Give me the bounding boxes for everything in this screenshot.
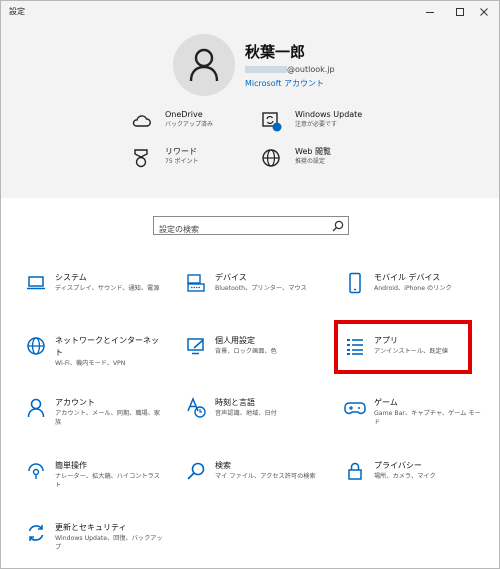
category-network[interactable]: ネットワークとインターネット Wi-Fi、機内モード、VPN [25, 335, 175, 368]
category-description: 背景、ロック画面、色 [215, 348, 277, 355]
web-browsing-status: 推奨の設定 [295, 158, 326, 165]
personalization-icon [185, 335, 207, 357]
lock-icon [344, 460, 366, 482]
user-name: 秋葉一郎 [245, 43, 306, 61]
phone-icon [344, 272, 366, 294]
medal-icon [129, 146, 153, 170]
category-label: 検索 [215, 461, 231, 470]
windows-update-status: 注意が必要です [295, 121, 338, 128]
maximize-icon [456, 8, 464, 16]
header-item-windows-update[interactable]: Windows Update 注意が必要です [259, 109, 362, 133]
onedrive-status: バックアップ済み [165, 121, 214, 128]
category-label: アカウント [55, 398, 95, 407]
close-button[interactable] [469, 1, 499, 23]
laptop-icon [25, 272, 47, 294]
onedrive-label: OneDrive [165, 110, 203, 119]
globe-icon [259, 146, 283, 170]
category-label: モバイル デバイス [374, 273, 441, 282]
category-description: Windows Update、回復、バックアップ [55, 535, 163, 551]
rewards-points: 75 ポイント [165, 158, 199, 165]
close-icon [480, 8, 488, 16]
category-label: システム [55, 273, 87, 282]
sync-icon [25, 522, 47, 544]
category-description: ディスプレイ、サウンド、通知、電源 [55, 285, 160, 292]
gamepad-icon [344, 397, 366, 419]
category-description: アカウント、メール、同期、職場、家族 [55, 410, 161, 426]
redacted-email-name [245, 66, 287, 73]
highlight-box [334, 320, 472, 374]
person-icon [25, 397, 47, 419]
category-label: プライバシー [374, 461, 422, 470]
category-label: 更新とセキュリティ [55, 523, 127, 532]
category-update-security[interactable]: 更新とセキュリティ Windows Update、回復、バックアップ [25, 522, 175, 552]
category-description: Bluetooth、プリンター、マウス [215, 285, 307, 292]
window-title: 設定 [9, 7, 25, 16]
settings-window: 設定 秋葉一郎 @outlook.jp Microsoft アカウント OneD… [0, 0, 500, 569]
category-time-language[interactable]: 時刻と言語 音声認識、地域、日付 [185, 397, 335, 419]
category-label: 個人用設定 [215, 336, 255, 345]
header-item-rewards[interactable]: リワード 75 ポイント [129, 146, 199, 170]
header-item-onedrive[interactable]: OneDrive バックアップ済み [129, 109, 213, 133]
category-privacy[interactable]: プライバシー 場所、カメラ、マイク [344, 460, 494, 482]
category-description: ナレーター、拡大鏡、ハイコントラスト [55, 473, 160, 489]
category-description: Wi-Fi、機内モード、VPN [55, 360, 126, 367]
time-language-icon [185, 397, 207, 419]
header-item-web-browsing[interactable]: Web 閲覧 推奨の設定 [259, 146, 331, 170]
web-browsing-label: Web 閲覧 [295, 147, 331, 156]
search-icon [185, 460, 207, 482]
keyboard-icon [185, 272, 207, 294]
category-label: 時刻と言語 [215, 398, 255, 407]
ease-of-access-icon [25, 460, 47, 482]
category-accounts[interactable]: アカウント アカウント、メール、同期、職場、家族 [25, 397, 175, 427]
category-label: 簡単操作 [55, 461, 87, 470]
globe-icon [25, 335, 47, 357]
category-devices[interactable]: デバイス Bluetooth、プリンター、マウス [185, 272, 335, 294]
category-label: ゲーム [374, 398, 398, 407]
search-box[interactable] [153, 216, 349, 238]
minimize-button[interactable] [415, 1, 445, 23]
search-icon[interactable] [332, 220, 344, 232]
category-system[interactable]: システム ディスプレイ、サウンド、通知、電源 [25, 272, 175, 294]
rewards-label: リワード [165, 147, 197, 156]
search-input[interactable] [154, 221, 324, 238]
category-description: マイ ファイル、アクセス許可の検索 [215, 473, 316, 480]
update-icon [259, 109, 283, 133]
windows-update-label: Windows Update [295, 110, 363, 119]
avatar[interactable] [173, 34, 235, 96]
category-personalization[interactable]: 個人用設定 背景、ロック画面、色 [185, 335, 335, 357]
category-description: 音声認識、地域、日付 [215, 410, 277, 417]
category-description: Game Bar、キャプチャ、ゲーム モード [374, 410, 481, 426]
minimize-icon [426, 12, 434, 13]
category-mobile-devices[interactable]: モバイル デバイス Android、iPhone のリンク [344, 272, 494, 294]
category-description: Android、iPhone のリンク [374, 285, 452, 292]
category-label: ネットワークとインターネット [55, 336, 159, 357]
cloud-icon [129, 109, 153, 133]
user-email: @outlook.jp [245, 65, 335, 74]
category-gaming[interactable]: ゲーム Game Bar、キャプチャ、ゲーム モード [344, 397, 494, 427]
category-description: 場所、カメラ、マイク [374, 473, 436, 480]
category-label: デバイス [215, 273, 247, 282]
account-header: 秋葉一郎 @outlook.jp Microsoft アカウント OneDriv… [1, 23, 499, 198]
person-icon [189, 48, 219, 82]
category-search[interactable]: 検索 マイ ファイル、アクセス許可の検索 [185, 460, 335, 482]
category-ease-of-access[interactable]: 簡単操作 ナレーター、拡大鏡、ハイコントラスト [25, 460, 175, 490]
title-bar: 設定 [1, 1, 499, 23]
microsoft-account-link[interactable]: Microsoft アカウント [245, 78, 324, 89]
